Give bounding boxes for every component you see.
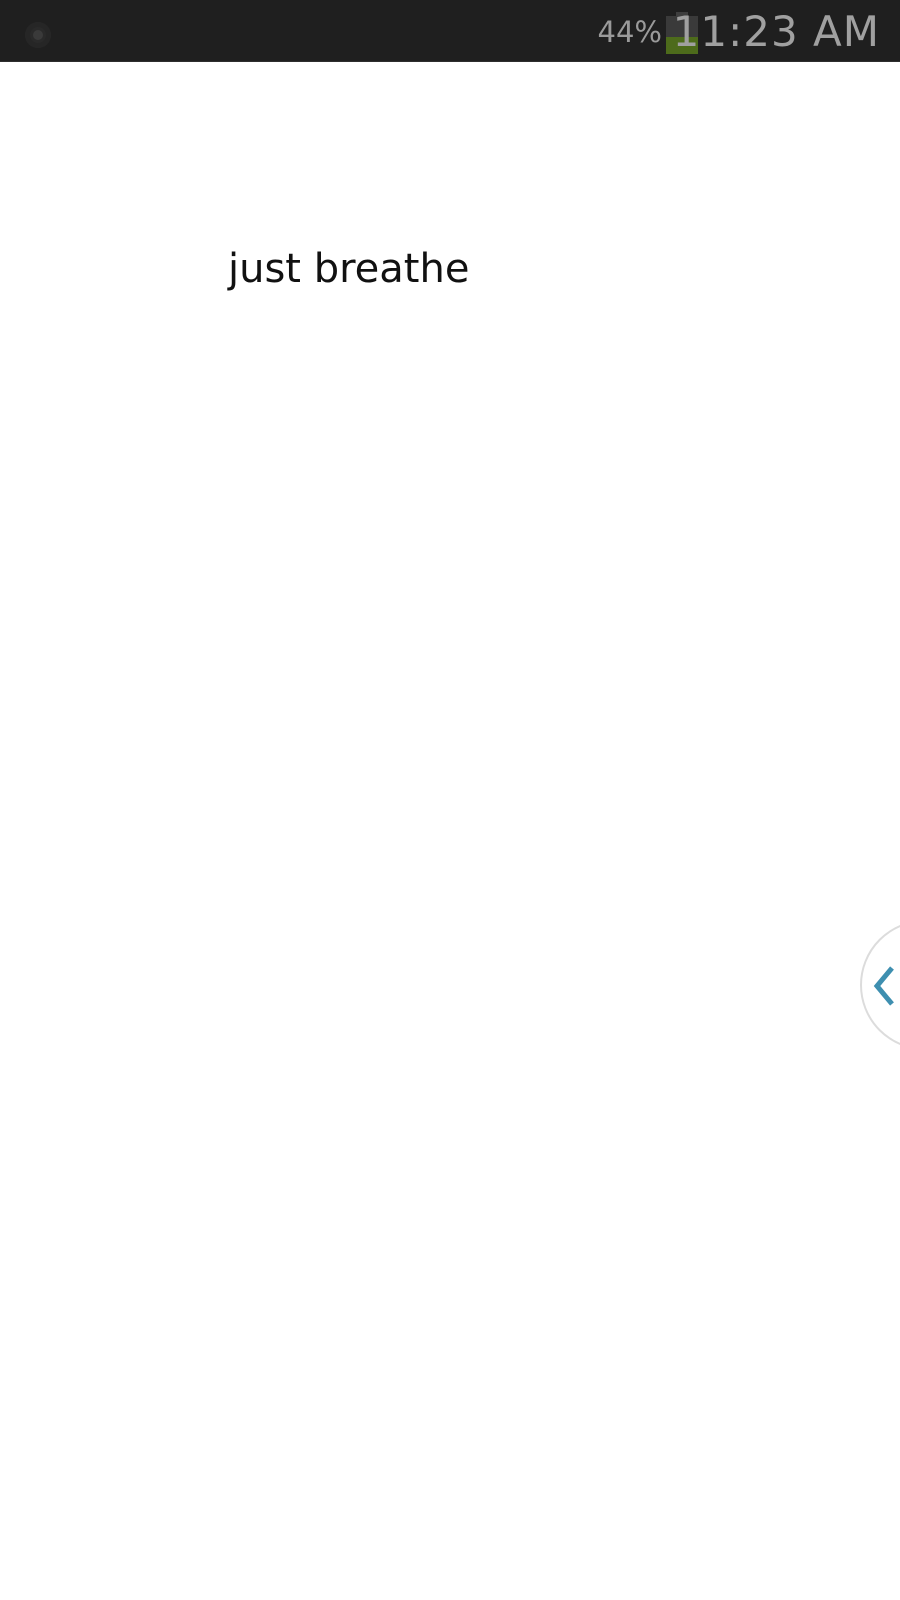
chevron-left-icon xyxy=(873,966,894,1006)
screen: 44% 11:23 AM just breathe xyxy=(0,0,900,1600)
main-text: just breathe xyxy=(228,246,470,292)
side-panel-handle[interactable] xyxy=(860,920,900,1050)
status-bar: 44% 11:23 AM xyxy=(0,0,900,62)
notification-dot-icon xyxy=(25,22,51,48)
status-clock: 11:23 AM xyxy=(672,7,880,56)
battery-percentage: 44% xyxy=(597,15,662,49)
